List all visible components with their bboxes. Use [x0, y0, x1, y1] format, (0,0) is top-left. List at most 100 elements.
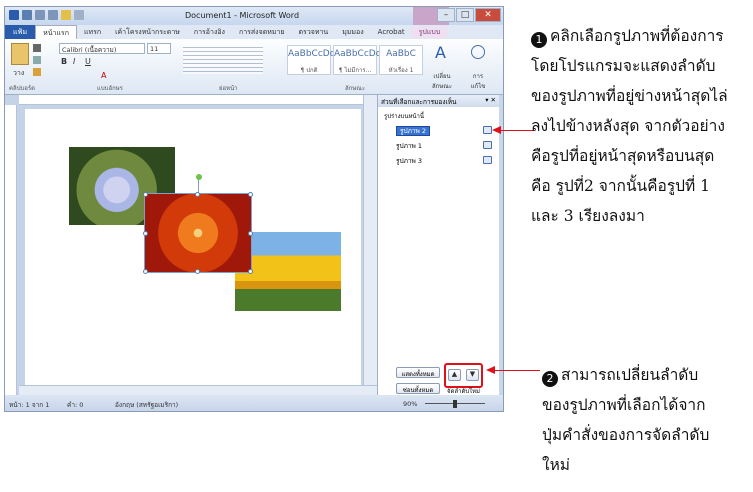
selection-pane-title: ส่วนที่เลือกและการมองเห็น	[381, 98, 457, 106]
close-button[interactable]: ✕	[475, 8, 501, 22]
style-normal-name: ¶ ปกติ	[300, 67, 318, 74]
visibility-icon[interactable]	[483, 156, 492, 164]
font-size-select[interactable]: 11	[147, 43, 171, 54]
annotation-1-line: คือรูปที่อยู่หน้าสุดหรือบนสุด	[531, 147, 715, 165]
resize-handle-mr[interactable]	[248, 231, 253, 236]
annotation-1-line: โดยโปรแกรมจะแสดงลำดับ	[531, 57, 716, 75]
annotation-2-line: ใหม่	[542, 456, 571, 474]
quick-access-toolbar	[9, 10, 84, 20]
style-heading1-sample: AaBbC	[386, 49, 416, 59]
style-normal[interactable]: AaBbCcDc ¶ ปกติ	[287, 45, 335, 75]
font-color-icon[interactable]: A	[101, 71, 106, 80]
annotation-2-bullet: 2	[542, 371, 558, 387]
annotation-arrow-2-head	[486, 366, 495, 374]
zoom-level[interactable]: 90%	[403, 400, 417, 408]
pane-item-picture-1[interactable]: รูปภาพ 1	[378, 138, 499, 153]
language-status[interactable]: อังกฤษ (สหรัฐอเมริกา)	[115, 400, 178, 410]
horizontal-scrollbar[interactable]	[19, 385, 377, 395]
group-styles: ลักษณะ	[345, 85, 366, 92]
tab-format[interactable]: รูปแบบ	[411, 26, 448, 38]
open-folder-icon[interactable]	[61, 10, 71, 20]
bold-icon[interactable]: B	[61, 57, 67, 66]
resize-handle-tl[interactable]	[143, 192, 148, 197]
group-font: แบบอักษร	[97, 85, 123, 92]
resize-handle-tc[interactable]	[195, 192, 200, 197]
customize-qat-icon[interactable]	[74, 10, 84, 20]
resize-handle-bc[interactable]	[195, 269, 200, 274]
tab-view[interactable]: มุมมอง	[335, 27, 370, 38]
show-all-button[interactable]: แสดงทั้งหมด	[396, 367, 440, 378]
tab-insert[interactable]: แทรก	[77, 27, 108, 38]
visibility-icon[interactable]	[483, 126, 492, 134]
tab-review[interactable]: ตรวจทาน	[292, 27, 336, 38]
annotation-1-line: ลงไปข้างหลังสุด จากตัวอย่าง	[531, 117, 725, 135]
style-no-spacing-sample: AaBbCcDc	[334, 49, 381, 59]
page-count[interactable]: หน้า: 1 จาก 1	[9, 400, 49, 410]
paragraph-controls[interactable]	[183, 44, 263, 74]
resize-handle-ml[interactable]	[143, 231, 148, 236]
annotation-2: 2 สามารถเปลี่ยนลำดับ ของรูปภาพที่เลือกได้…	[542, 360, 709, 480]
tab-file[interactable]: แฟ้ม	[5, 25, 36, 39]
tab-mailings[interactable]: การส่งจดหมาย	[232, 27, 292, 38]
cut-icon[interactable]	[33, 44, 41, 52]
close-pane-icon[interactable]: ▾ ✕	[485, 96, 496, 104]
resize-handle-br[interactable]	[248, 269, 253, 274]
word-app-icon[interactable]	[9, 10, 19, 20]
underline-icon[interactable]: U	[85, 57, 91, 66]
ribbon-tabs: แฟ้ม หน้าแรก แทรก เค้าโครงหน้ากระดาษ การ…	[5, 25, 503, 39]
save-icon[interactable]	[22, 10, 32, 20]
annotation-1-line: คลิกเลือกรูปภาพที่ต้องการ	[550, 27, 724, 45]
change-styles-icon[interactable]: A	[435, 43, 446, 62]
redo-icon[interactable]	[48, 10, 58, 20]
paste-label: วาง	[13, 69, 25, 77]
annotation-2-line: สามารถเปลี่ยนลำดับ	[561, 366, 699, 384]
maximize-button[interactable]: □	[456, 8, 474, 22]
selection-pane-header: ส่วนที่เลือกและการมองเห็น ▾ ✕	[378, 95, 499, 107]
pane-item-picture-3[interactable]: รูปภาพ 3	[378, 153, 499, 168]
style-heading1-name: หัวเรื่อง 1	[388, 67, 414, 74]
tab-page-layout[interactable]: เค้าโครงหน้ากระดาษ	[108, 27, 187, 38]
ribbon: วาง คลิปบอร์ด Calibri (เนื้อความ) 11 B I…	[5, 39, 503, 95]
annotation-arrow-2-line	[494, 370, 540, 371]
paste-icon[interactable]	[11, 43, 29, 65]
pane-item-label: รูปภาพ 1	[396, 142, 423, 150]
editing-label[interactable]: การ แก้ไข	[465, 71, 491, 91]
style-heading1[interactable]: AaBbC หัวเรื่อง 1	[379, 45, 423, 75]
annotation-2-line: ของรูปภาพที่เลือกได้จาก	[542, 396, 706, 414]
undo-icon[interactable]	[35, 10, 45, 20]
tab-acrobat[interactable]: Acrobat	[371, 28, 412, 36]
style-no-spacing[interactable]: AaBbCcDc ¶ ไม่มีการ...	[333, 45, 381, 75]
rotation-handle[interactable]	[196, 174, 202, 180]
style-no-spacing-name: ¶ ไม่มีการ...	[338, 67, 372, 74]
resize-handle-bl[interactable]	[143, 269, 148, 274]
hide-all-button[interactable]: ซ่อนทั้งหมด	[396, 383, 440, 394]
group-clipboard: คลิปบอร์ด	[9, 85, 36, 92]
zoom-slider-knob[interactable]	[453, 400, 457, 408]
minimize-button[interactable]: –	[437, 8, 455, 22]
annotation-arrow-1-head	[492, 126, 501, 134]
vertical-scrollbar[interactable]	[363, 95, 377, 395]
pane-item-picture-2[interactable]: รูปภาพ 2	[378, 123, 499, 138]
reorder-highlight-box	[444, 363, 483, 388]
word-count[interactable]: คำ: 0	[67, 400, 83, 410]
pane-item-label: รูปภาพ 3	[396, 157, 423, 165]
pane-item-label: รูปภาพ 2	[396, 126, 431, 136]
font-name-select[interactable]: Calibri (เนื้อความ)	[59, 43, 145, 54]
annotation-1-bullet: 1	[531, 32, 547, 48]
selection-pane: ส่วนที่เลือกและการมองเห็น ▾ ✕ รูปร่างบนห…	[377, 95, 499, 395]
tab-home[interactable]: หน้าแรก	[35, 25, 77, 39]
shapes-on-page-label: รูปร่างบนหน้านี้	[384, 113, 424, 120]
find-icon[interactable]	[471, 45, 485, 59]
copy-icon[interactable]	[33, 56, 41, 64]
picture-2-chrysanthemum[interactable]	[144, 193, 252, 273]
visibility-icon[interactable]	[483, 141, 492, 149]
annotation-1: 1 คลิกเลือกรูปภาพที่ต้องการ โดยโปรแกรมจะแ…	[531, 21, 728, 231]
resize-handle-tr[interactable]	[248, 192, 253, 197]
word-window: Document1 - Microsoft Word – □ ✕ แฟ้ม หน…	[4, 6, 504, 412]
italic-icon[interactable]: I	[73, 57, 75, 66]
window-title: Document1 - Microsoft Word	[185, 11, 300, 20]
tab-references[interactable]: การอ้างอิง	[187, 27, 232, 38]
format-painter-icon[interactable]	[33, 68, 41, 76]
status-bar: หน้า: 1 จาก 1 คำ: 0 อังกฤษ (สหรัฐอเมริกา…	[5, 395, 503, 411]
change-styles-label[interactable]: เปลี่ยน ลักษณะ	[429, 71, 455, 91]
